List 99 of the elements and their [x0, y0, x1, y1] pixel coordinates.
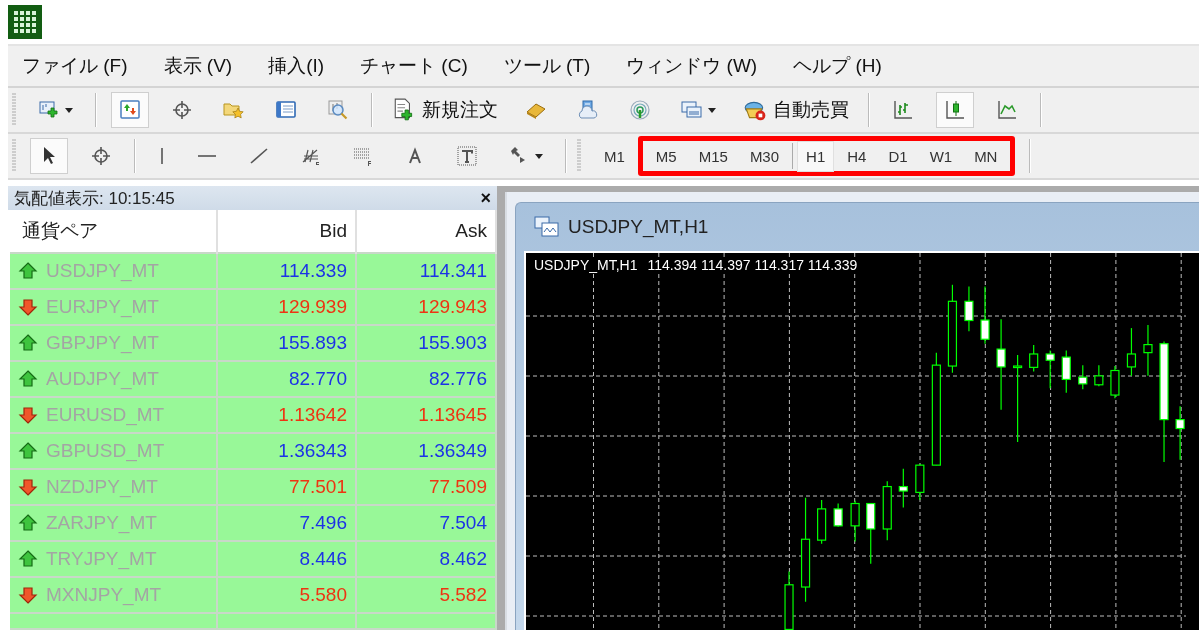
close-button[interactable]: × [480, 189, 491, 207]
symbol-name: EURUSD_MT [46, 404, 165, 426]
candlestick [980, 285, 990, 345]
chart-symbol: USDJPY_MT,H1 [534, 257, 638, 273]
timeframe-button[interactable]: W1 [920, 140, 962, 172]
candlestick [866, 502, 876, 565]
timeframe-button[interactable]: M30 [740, 140, 789, 172]
bid-price: 82.770 [217, 361, 356, 397]
timeframe-button[interactable]: M1 [595, 140, 634, 172]
toolbar-grip-icon [12, 93, 16, 127]
chart-window-title: USDJPY_MT,H1 [568, 216, 709, 238]
trend-line-icon [248, 145, 270, 167]
symbol-name: AUDJPY_MT [46, 368, 159, 390]
candlestick [1094, 364, 1104, 387]
column-header[interactable]: 通貨ペア [10, 210, 217, 253]
menu-item[interactable]: ヘルプ (H) [785, 53, 890, 79]
ohlc-values: 114.394 114.397 114.317 114.339 [647, 257, 858, 273]
candlestick-icon [944, 99, 966, 121]
vertical-line-icon [160, 148, 164, 164]
crosshair-icon [90, 145, 112, 167]
candlestick [964, 285, 974, 332]
app-icon [8, 5, 42, 39]
ask-price: 8.462 [356, 541, 496, 577]
candlestick [833, 502, 843, 528]
column-header[interactable]: Bid [217, 210, 356, 253]
toolbar-grip-icon [577, 139, 581, 173]
new-chart-icon [38, 99, 60, 121]
candlestick [1029, 344, 1039, 372]
signal-waves-icon [629, 99, 651, 121]
bar-chart-icon [892, 99, 914, 121]
symbol-name: MXNJPY_MT [46, 584, 162, 606]
timeframe-button[interactable]: H1 [797, 140, 835, 172]
timeframe-button[interactable]: M5 [646, 140, 686, 172]
windows-template-icon [681, 99, 703, 121]
candlestick [1110, 365, 1120, 399]
ask-price: 1.13645 [356, 397, 496, 433]
ask-price: 77.509 [356, 469, 496, 505]
column-header[interactable]: Ask [356, 210, 496, 253]
line-chart-icon [996, 99, 1018, 121]
symbol-name: EURJPY_MT [46, 296, 159, 318]
caret-icon [535, 153, 543, 159]
candlestick [898, 468, 908, 509]
candlestick [817, 499, 827, 545]
bid-price: 155.893 [217, 325, 356, 361]
timeframe-button[interactable]: MN [965, 140, 1007, 172]
bid-price: 7.496 [217, 505, 356, 541]
caret-icon [708, 107, 716, 113]
candlestick [1078, 364, 1088, 390]
updown-arrows-icon [119, 99, 141, 121]
text-label-icon [456, 145, 478, 167]
menu-item[interactable]: ウィンドウ (W) [618, 53, 766, 79]
magnifier-chart-icon [327, 99, 349, 121]
timeframe-button[interactable]: D1 [879, 140, 917, 172]
symbol-name: GBPJPY_MT [46, 332, 159, 354]
bid-price: 1.13642 [217, 397, 356, 433]
menu-item[interactable]: 挿入(I) [260, 53, 333, 79]
chart-window-icon [534, 215, 560, 239]
list-window-icon [275, 99, 297, 121]
menu-item[interactable]: ファイル (F) [14, 53, 136, 79]
symbol-name: ZARJPY_MT [46, 512, 157, 534]
candlestick [882, 480, 892, 541]
horizontal-line-icon [198, 154, 216, 158]
crosshair-icon [171, 99, 193, 121]
fibonacci-levels-icon [352, 145, 374, 167]
bid-price: 5.580 [217, 577, 356, 613]
timeframe-button[interactable]: H4 [838, 140, 876, 172]
symbol-name: NZDJPY_MT [46, 476, 158, 498]
menu-item[interactable]: ツール (T) [495, 53, 599, 79]
symbol-name: TRYJPY_MT [46, 548, 157, 570]
ask-price: 7.504 [356, 505, 496, 541]
bid-price: 114.339 [217, 253, 356, 289]
toolbar-grip-icon [12, 139, 16, 173]
candlestick [1061, 349, 1071, 394]
toolbar-button[interactable]: 自動売買 [738, 92, 854, 128]
menu-item[interactable]: チャート (C) [352, 53, 476, 79]
candlestick [850, 500, 860, 543]
caret-icon [65, 107, 73, 113]
candlestick [1143, 324, 1153, 377]
bid-price: 129.939 [217, 289, 356, 325]
candlestick [915, 463, 925, 501]
ask-price: 129.943 [356, 289, 496, 325]
candlestick [1126, 327, 1137, 377]
toolbar-button[interactable]: 新規注文 [387, 92, 503, 128]
candlestick [1045, 349, 1055, 389]
panel-title: 気配値表示: 10:15:45 [14, 187, 175, 210]
bid-price: 8.446 [217, 541, 356, 577]
ask-price: 114.341 [356, 253, 496, 289]
tool-button[interactable] [30, 138, 68, 174]
menu-item[interactable]: 表示 (V) [155, 53, 241, 79]
timeframe-button[interactable]: M15 [689, 140, 737, 172]
bid-price: 77.501 [217, 469, 356, 505]
symbol-name: USDJPY_MT [46, 260, 159, 282]
ask-price: 82.776 [356, 361, 496, 397]
ask-price: 1.36349 [356, 433, 496, 469]
bid-price: 1.36343 [217, 433, 356, 469]
candlestick [1175, 405, 1185, 461]
symbol-name: GBPUSD_MT [46, 440, 165, 462]
ask-price: 155.903 [356, 325, 496, 361]
ask-price: 5.582 [356, 577, 496, 613]
